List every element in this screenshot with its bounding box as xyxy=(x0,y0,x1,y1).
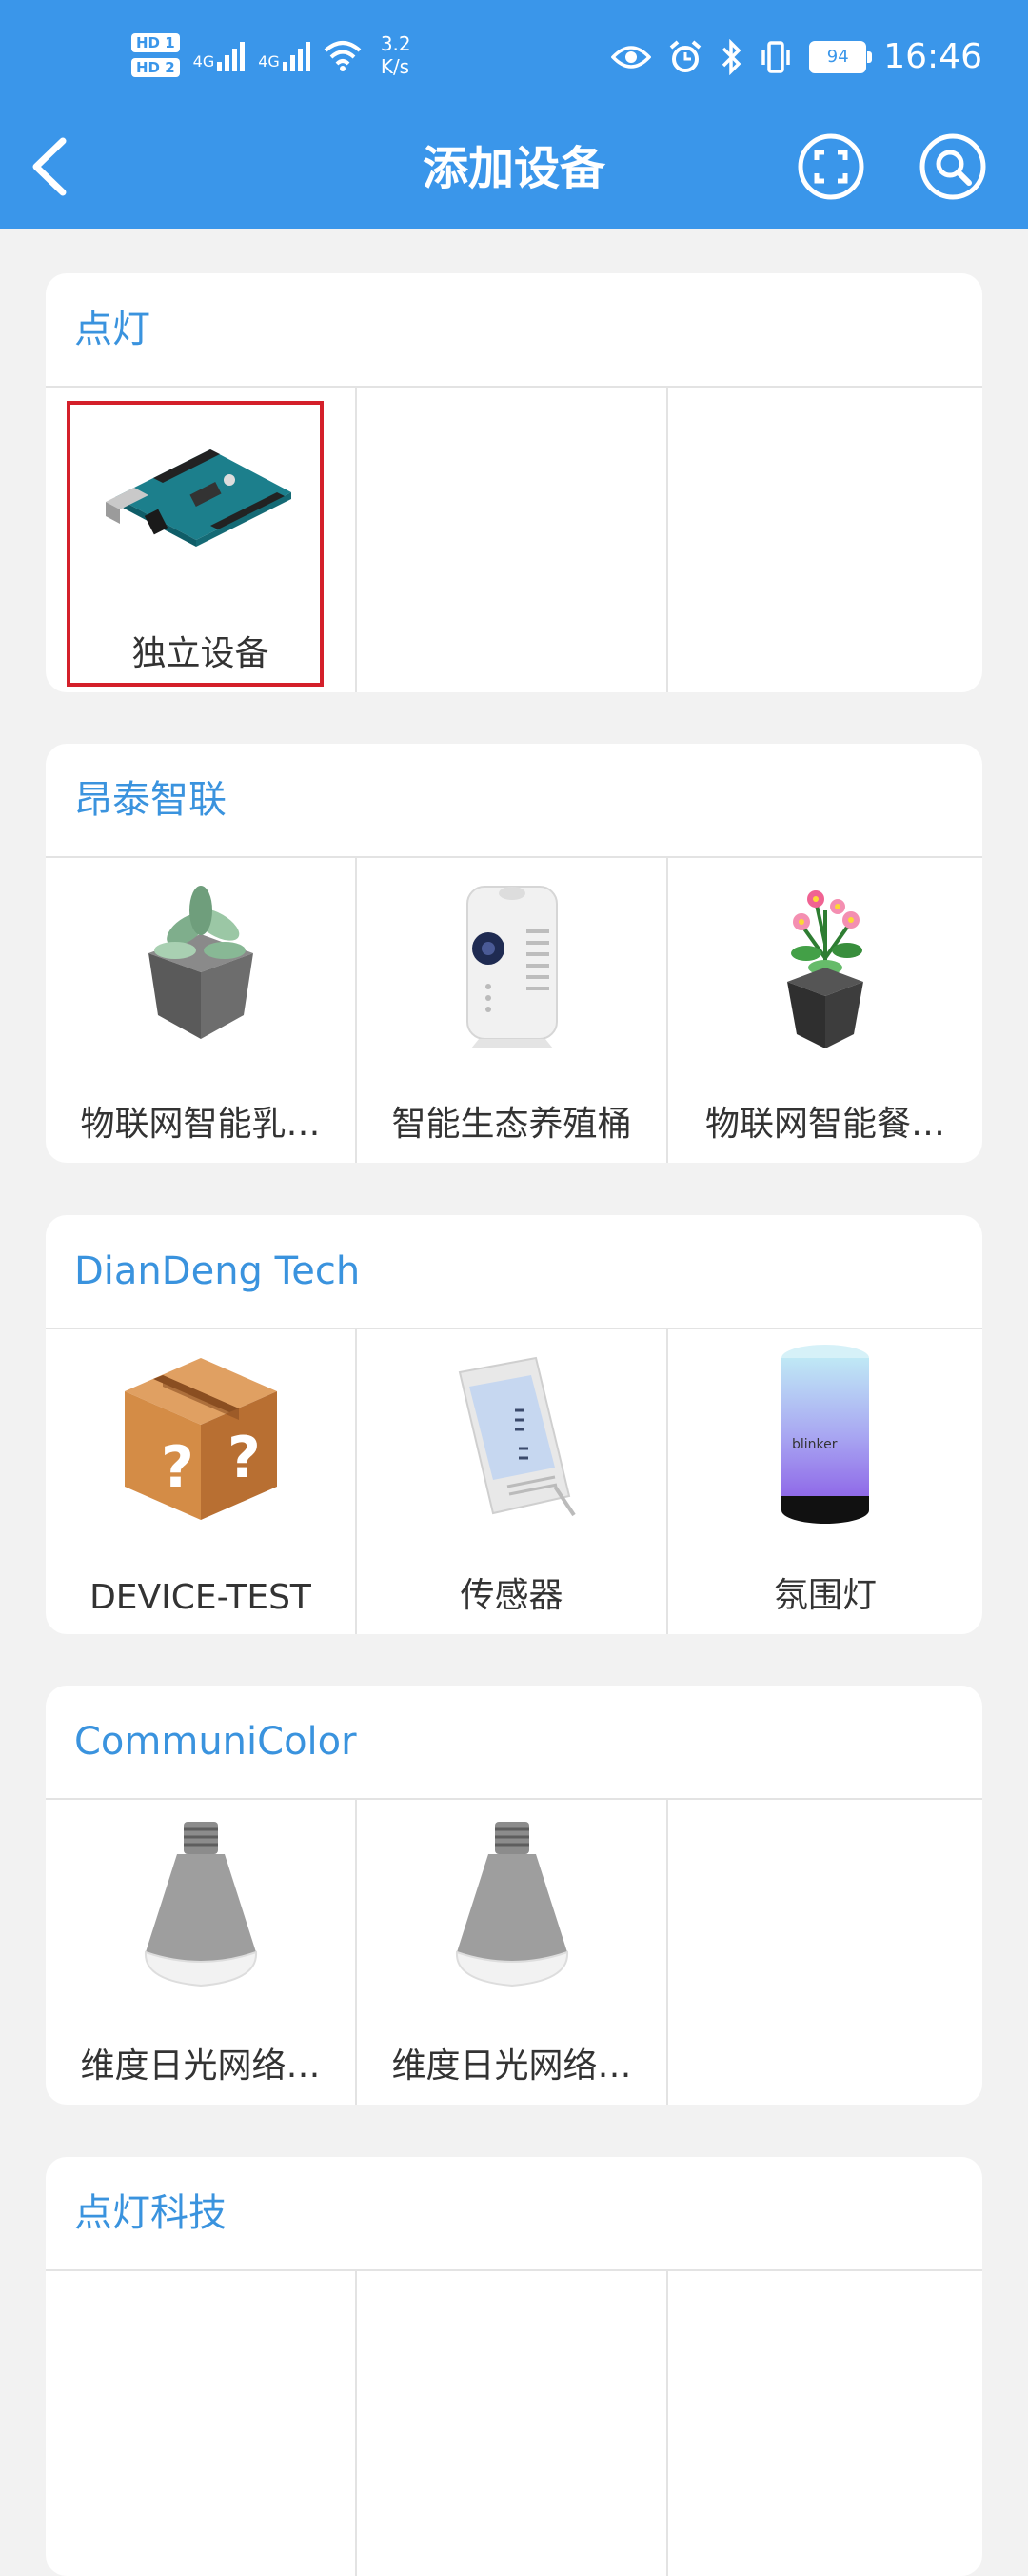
vibrate-icon xyxy=(761,41,790,73)
battery-indicator: 94 xyxy=(809,41,873,73)
ambient-lamp-icon: blinker xyxy=(781,1345,869,1524)
device-item-standalone[interactable]: 独立设备 xyxy=(46,388,357,692)
device-label: 独立设备 xyxy=(131,634,269,673)
empty-cell xyxy=(668,388,982,692)
empty-cell xyxy=(357,388,668,692)
device-item-sensor[interactable]: 传感器 xyxy=(357,1329,668,1634)
svg-text:?: ? xyxy=(227,1425,261,1491)
signal-1-icon: 4G xyxy=(193,39,246,71)
device-item-device-test[interactable]: ? ? DEVICE-TEST xyxy=(46,1329,357,1634)
device-item-bulb-1[interactable]: 维度日光网络… xyxy=(46,1800,357,2105)
empty-cell xyxy=(357,2271,668,2576)
device-label: 智能生态养殖桶 xyxy=(391,1105,632,1144)
empty-cell xyxy=(668,2271,982,2576)
device-label: 氛围灯 xyxy=(773,1576,877,1615)
section-title: 点灯 xyxy=(46,273,982,388)
wifi-icon xyxy=(324,41,362,71)
light-bulb-icon xyxy=(455,1822,568,1987)
succulent-pot-icon xyxy=(148,886,253,1039)
search-icon xyxy=(919,133,986,200)
alarm-icon xyxy=(669,40,702,72)
section-title: 点灯科技 xyxy=(46,2157,982,2271)
device-item-ambient-light[interactable]: blinker 氛围灯 xyxy=(668,1329,982,1634)
device-label: 维度日光网络… xyxy=(80,2047,321,2086)
flower-pot-icon xyxy=(787,890,863,1048)
device-label: 传感器 xyxy=(460,1576,563,1615)
device-label: 物联网智能餐… xyxy=(704,1105,945,1144)
section-diandeng: 点灯 独立设备 xyxy=(46,273,982,692)
section-angtai: 昂泰智联 物联网智能乳… 智能生态养殖桶 物联网智能餐… xyxy=(46,744,982,1163)
network-speed: 3.2 K/s xyxy=(380,32,411,78)
light-bulb-icon xyxy=(144,1822,257,1987)
device-item-smart-pot[interactable]: 物联网智能乳… xyxy=(46,858,357,1163)
app-header: HD 1 HD 2 4G 4G 3.2 K/s 94 16:46 添加设备 xyxy=(0,0,1028,229)
empty-cell xyxy=(668,1800,982,2105)
thermometer-sensor-icon xyxy=(458,1356,576,1517)
section-title: CommuniColor xyxy=(46,1686,982,1800)
search-button[interactable] xyxy=(919,133,986,200)
status-clock: 16:46 xyxy=(883,37,982,76)
device-item-bulb-2[interactable]: 维度日光网络… xyxy=(357,1800,668,2105)
section-communicolor: CommuniColor 维度日光网络… 维度日光网络… xyxy=(46,1686,982,2105)
device-label: DEVICE-TEST xyxy=(89,1578,311,1617)
svg-text:?: ? xyxy=(161,1434,194,1501)
scan-button[interactable] xyxy=(798,133,864,200)
device-label: 物联网智能乳… xyxy=(80,1105,321,1144)
scan-icon xyxy=(798,133,864,200)
section-diandeng-tech: DianDeng Tech ? ? DEVICE-TEST 传感器 blinke… xyxy=(46,1215,982,1634)
mystery-box-icon: ? ? xyxy=(124,1358,277,1520)
device-item-smart-planter[interactable]: 物联网智能餐… xyxy=(668,858,982,1163)
section-title: 昂泰智联 xyxy=(46,744,982,858)
sim2-hd-badge: HD 2 xyxy=(131,58,180,77)
bluetooth-icon xyxy=(722,39,741,75)
section-diandeng-keji: 点灯科技 xyxy=(46,2157,982,2576)
device-label: 维度日光网络… xyxy=(391,2047,632,2086)
sim1-hd-badge: HD 1 xyxy=(131,33,180,52)
eye-icon xyxy=(611,46,652,69)
device-item-eco-bucket[interactable]: 智能生态养殖桶 xyxy=(357,858,668,1163)
ecology-bucket-icon xyxy=(465,886,558,1048)
status-bar: HD 1 HD 2 4G 4G 3.2 K/s 94 16:46 xyxy=(0,0,1028,124)
section-title: DianDeng Tech xyxy=(46,1215,982,1329)
empty-cell xyxy=(46,2271,357,2576)
arduino-board-icon xyxy=(105,449,291,547)
page-title: 添加设备 xyxy=(422,142,605,195)
svg-text:blinker: blinker xyxy=(792,1437,838,1452)
signal-2-icon: 4G xyxy=(258,39,310,71)
